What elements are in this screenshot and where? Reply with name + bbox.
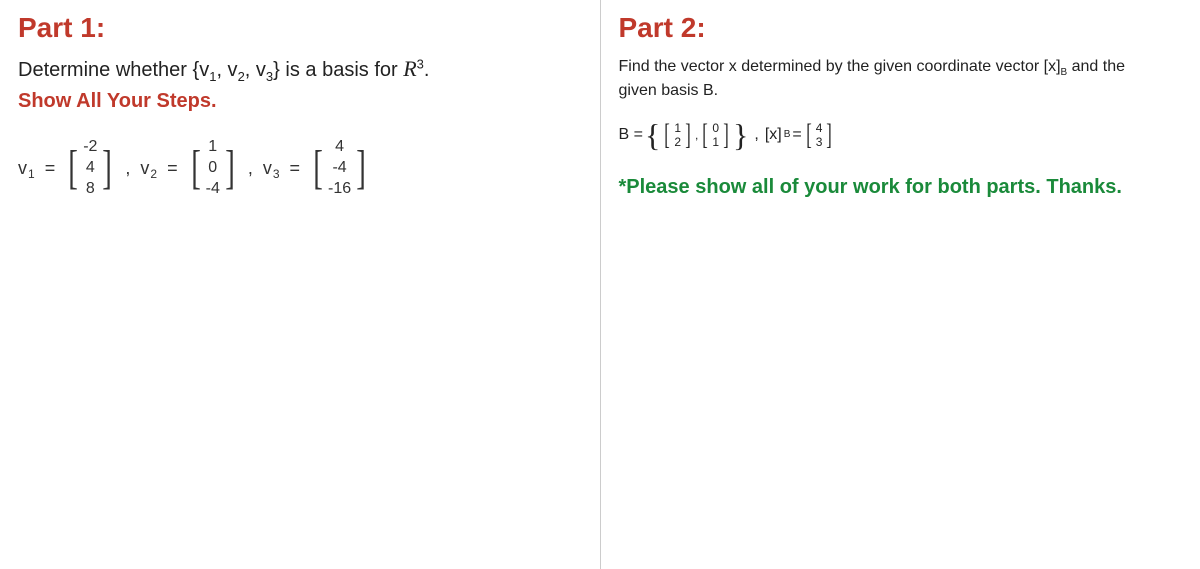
part2-math: B = { [ 1 2 ] , [ 0 1 ] } , [x]B = [ 4 3… bbox=[619, 121, 1183, 150]
part2-column: Part 2: Find the vector x determined by … bbox=[601, 0, 1200, 569]
v3-label: v3 bbox=[263, 158, 280, 179]
v1-matrix: [ -2 4 8 ] bbox=[65, 137, 115, 199]
v2-label: v2 bbox=[140, 158, 157, 179]
part2-prompt: Find the vector x determined by the give… bbox=[619, 56, 1183, 103]
part1-vectors: v1 = [ -2 4 8 ] , v2 = [ 1 0 -4 ] , v3 = bbox=[18, 137, 582, 199]
v1-label: v1 bbox=[18, 158, 35, 179]
part1-prompt: Determine whether {v1, v2, v3} is a basi… bbox=[18, 56, 582, 84]
part1-column: Part 1: Determine whether {v1, v2, v3} i… bbox=[0, 0, 600, 569]
v3-matrix: [ 4 -4 -16 ] bbox=[310, 137, 369, 199]
part1-title: Part 1: bbox=[18, 12, 582, 44]
please-show-work: *Please show all of your work for both p… bbox=[619, 173, 1183, 201]
part1-show-steps: Show All Your Steps. bbox=[18, 90, 582, 113]
part2-title: Part 2: bbox=[619, 12, 1183, 44]
v2-matrix: [ 1 0 -4 ] bbox=[188, 137, 238, 199]
